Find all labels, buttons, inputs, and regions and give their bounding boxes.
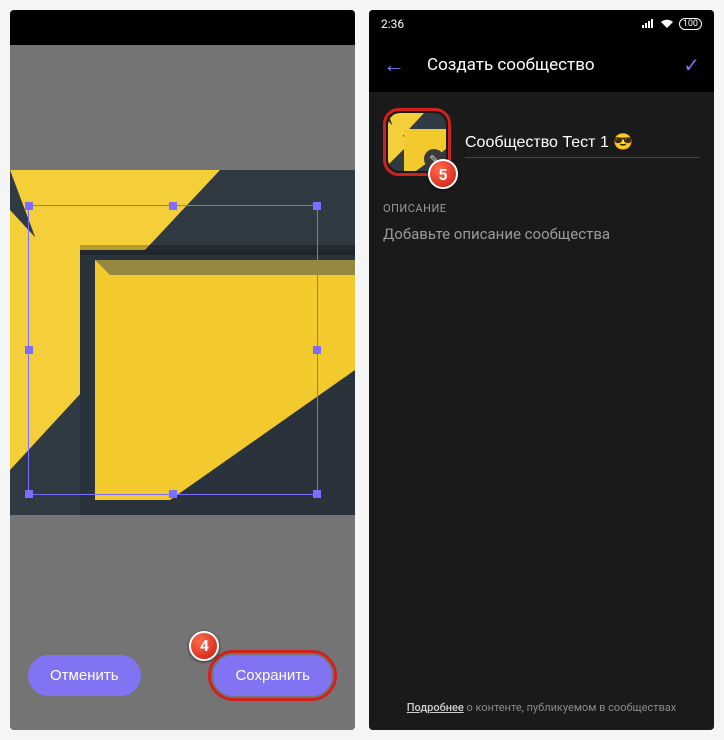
page-title: Создать сообщество: [427, 55, 661, 75]
footer-link[interactable]: Подробнее о контенте, публикуемом в сооб…: [369, 701, 714, 714]
signal-icon: [641, 19, 655, 29]
back-icon[interactable]: ←: [383, 52, 405, 78]
avatar-highlight: ✎ 5: [383, 108, 451, 176]
crop-area[interactable]: [10, 45, 355, 640]
battery-icon: 100: [679, 18, 702, 30]
create-community-screen: 2:36 100 ← Создать сообщество ✓: [369, 10, 714, 730]
app-bar: ← Создать сообщество ✓: [369, 38, 714, 92]
crop-screen: Отменить 4 Сохранить: [10, 10, 355, 730]
cancel-button[interactable]: Отменить: [28, 655, 141, 696]
status-bar: 2:36 100: [369, 10, 714, 38]
status-icons: 100: [641, 18, 702, 30]
crop-image[interactable]: [10, 170, 355, 515]
description-field[interactable]: Добавьте описание сообщества: [383, 225, 700, 243]
form-body: ✎ 5 ОПИСАНИЕ Добавьте описание сообществ…: [369, 92, 714, 730]
footer-link-rest: о контенте, публикуемом в сообществах: [464, 701, 676, 714]
description-label: ОПИСАНИЕ: [383, 202, 700, 215]
name-row: ✎ 5: [383, 108, 700, 176]
footer-link-bold[interactable]: Подробнее: [407, 701, 464, 714]
step-badge-5: 5: [428, 159, 458, 189]
community-name-input[interactable]: [465, 127, 700, 158]
step-badge-4: 4: [189, 631, 219, 661]
wifi-icon: [660, 19, 674, 29]
confirm-icon[interactable]: ✓: [683, 53, 700, 77]
crop-toolbar: Отменить 4 Сохранить: [10, 640, 355, 730]
status-time: 2:36: [381, 17, 404, 31]
top-bar: [10, 10, 355, 45]
material-graphic: [10, 170, 355, 515]
save-button[interactable]: Сохранить: [213, 655, 332, 696]
save-highlight: 4 Сохранить: [208, 650, 337, 701]
